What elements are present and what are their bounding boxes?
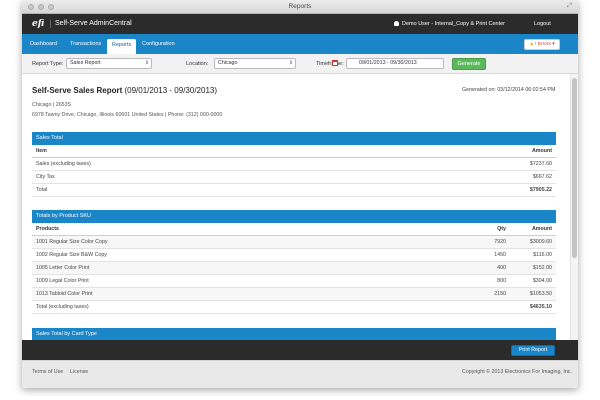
errors-label: ! Errors bbox=[535, 42, 551, 47]
window-title: Reports bbox=[288, 3, 312, 10]
total-label: Total bbox=[36, 187, 48, 193]
location-select[interactable]: Chicago ⇕ bbox=[214, 58, 296, 69]
product-cell: 1001 Regular Size Color Copy bbox=[36, 239, 108, 245]
column-header-products: Products bbox=[36, 226, 59, 232]
user-menu[interactable]: Demo User - Internal_Copy & Print Center bbox=[394, 21, 505, 27]
scrollbar-thumb[interactable] bbox=[572, 78, 577, 258]
table-total-row: Total $7905.22 bbox=[32, 184, 556, 197]
tab-configuration[interactable]: Configuration bbox=[142, 41, 175, 47]
table-header-row: Item Amount bbox=[32, 145, 556, 158]
table-row: 1013 Tabloid Color Print 2150 $1053.50 bbox=[32, 288, 556, 301]
sku-totals-section: Totals by Product SKU Products Qty Amoun… bbox=[32, 210, 556, 314]
location-label: Location: bbox=[186, 61, 209, 67]
column-header-qty: Qty bbox=[497, 226, 506, 232]
user-icon bbox=[394, 21, 399, 26]
table-row: Sales (excluding taxes) $7237.60 bbox=[32, 158, 556, 171]
amount-cell: $116.00 bbox=[533, 252, 552, 258]
select-arrows-icon: ⇕ bbox=[144, 60, 149, 66]
product-cell: 1009 Legal Color Print bbox=[36, 278, 89, 284]
close-window-button[interactable] bbox=[28, 4, 34, 10]
location-value: Chicago bbox=[218, 60, 238, 66]
table-header-row: Products Qty Amount bbox=[32, 223, 556, 236]
item-cell: Sales (excluding taxes) bbox=[36, 161, 91, 167]
total-amount: $4635.10 bbox=[529, 304, 552, 310]
qty-cell: 1450 bbox=[494, 252, 506, 258]
qty-cell: 2150 bbox=[494, 291, 506, 297]
product-cell: 1002 Regular Size B&W Copy bbox=[36, 252, 107, 258]
card-type-section: Sales Total by Card Type bbox=[32, 328, 556, 340]
minimize-window-button[interactable] bbox=[38, 4, 44, 10]
report-type-label: Report Type: bbox=[32, 61, 64, 67]
main-nav: Dashboard Transactions Reports Configura… bbox=[22, 34, 578, 54]
tab-dashboard[interactable]: Dashboard bbox=[30, 41, 57, 47]
timeframe-value: 09/01/2013 - 09/30/2013 bbox=[359, 60, 417, 66]
section-header: Sales Total by Card Type bbox=[32, 328, 556, 340]
column-header-amount: Amount bbox=[531, 148, 552, 154]
license-link[interactable]: License bbox=[70, 369, 88, 375]
logout-link[interactable]: Logout bbox=[534, 21, 551, 27]
app-name: Self-Serve AdminCentral bbox=[50, 20, 132, 28]
report-content: Self-Serve Sales Report (09/01/2013 - 09… bbox=[22, 74, 570, 340]
app-header: efi Self-Serve AdminCentral Demo User - … bbox=[22, 14, 578, 34]
report-title-range: (09/01/2013 - 09/30/2013) bbox=[122, 86, 218, 95]
amount-cell: $152.00 bbox=[532, 265, 552, 271]
product-cell: 1005 Letter Color Print bbox=[36, 265, 90, 271]
select-arrows-icon: ⇕ bbox=[288, 60, 293, 66]
product-cell: 1013 Tabloid Color Print bbox=[36, 291, 93, 297]
report-title-bold: Self-Serve Sales Report bbox=[32, 86, 123, 95]
window-controls bbox=[28, 4, 54, 10]
location-address: 6978 Tawny Drive, Chicago, Illinois 6060… bbox=[32, 112, 223, 118]
timeframe-label: Timeframe: bbox=[316, 61, 344, 67]
fullscreen-icon[interactable]: ⤢ bbox=[567, 3, 572, 10]
amount-cell: $667.62 bbox=[532, 174, 552, 180]
qty-cell: 400 bbox=[497, 265, 506, 271]
terms-of-use-link[interactable]: Terms of Use bbox=[32, 369, 63, 375]
content-scrollbar[interactable] bbox=[570, 74, 578, 340]
user-name: Demo User - Internal_Copy & Print Center bbox=[402, 21, 506, 27]
table-row: 1005 Letter Color Print 400 $152.00 bbox=[32, 262, 556, 275]
column-header-amount: Amount bbox=[531, 226, 552, 232]
amount-cell: $1053.50 bbox=[529, 291, 552, 297]
errors-dropdown[interactable]: ▲! Errors ▾ bbox=[524, 39, 560, 50]
tab-reports[interactable]: Reports bbox=[107, 39, 137, 54]
report-type-value: Sales Report bbox=[70, 60, 101, 66]
table-row: 1001 Regular Size Color Copy 7920 $3009.… bbox=[32, 236, 556, 249]
total-label: Total (excluding taxes) bbox=[36, 304, 89, 310]
column-header-item: Item bbox=[36, 148, 47, 154]
table-total-row: Total (excluding taxes) $4635.10 bbox=[32, 301, 556, 314]
tab-transactions[interactable]: Transactions bbox=[70, 41, 101, 47]
report-title: Self-Serve Sales Report (09/01/2013 - 09… bbox=[32, 86, 217, 95]
table-row: 1009 Legal Color Print 800 $304.00 bbox=[32, 275, 556, 288]
report-type-select[interactable]: Sales Report ⇕ bbox=[66, 58, 152, 69]
table-row: City Tax $667.62 bbox=[32, 171, 556, 184]
copyright-text: Copyright © 2013 Electronics For Imaging… bbox=[462, 369, 572, 375]
print-report-button[interactable]: Print Report bbox=[511, 345, 555, 356]
app-window: Reports ⤢ efi Self-Serve AdminCentral De… bbox=[22, 0, 578, 388]
amount-cell: $304.00 bbox=[532, 278, 552, 284]
amount-cell: $7237.60 bbox=[529, 161, 552, 167]
timeframe-input[interactable]: 09/01/2013 - 09/30/2013 bbox=[346, 58, 444, 69]
page-footer: Terms of Use License Copyright © 2013 El… bbox=[22, 360, 578, 388]
window-titlebar: Reports ⤢ bbox=[22, 0, 578, 14]
warning-icon: ▲ bbox=[529, 42, 535, 47]
action-bar: Print Report bbox=[22, 340, 578, 360]
efi-logo: efi bbox=[32, 19, 45, 29]
zoom-window-button[interactable] bbox=[48, 4, 54, 10]
qty-cell: 800 bbox=[497, 278, 506, 284]
report-filters: Report Type: Sales Report ⇕ Location: Ch… bbox=[22, 54, 578, 74]
generate-button[interactable]: Generate bbox=[452, 58, 486, 70]
section-header: Totals by Product SKU bbox=[32, 210, 556, 223]
sales-total-section: Sales Total Item Amount Sales (excluding… bbox=[32, 132, 556, 197]
amount-cell: $3009.60 bbox=[529, 239, 552, 245]
table-row: 1002 Regular Size B&W Copy 1450 $116.00 bbox=[32, 249, 556, 262]
calendar-icon[interactable] bbox=[332, 60, 338, 66]
total-amount: $7905.22 bbox=[529, 187, 552, 193]
qty-cell: 7920 bbox=[494, 239, 506, 245]
section-header: Sales Total bbox=[32, 132, 556, 145]
item-cell: City Tax bbox=[36, 174, 55, 180]
generated-timestamp: Generated on: 03/12/2014 06:02:54 PM bbox=[462, 87, 556, 93]
location-code: Chicago | 2653S bbox=[32, 102, 72, 108]
